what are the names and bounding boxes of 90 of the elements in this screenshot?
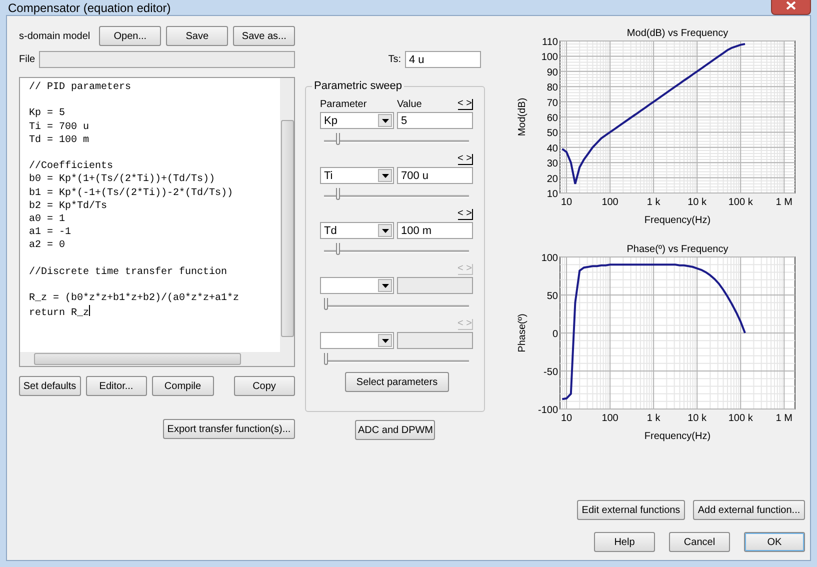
code-editor[interactable]	[19, 77, 295, 367]
tick-label: 100	[602, 413, 618, 424]
slider-thumb[interactable]	[336, 243, 340, 255]
tick-label: 1 M	[776, 197, 792, 208]
editor-button[interactable]: Editor...	[86, 376, 147, 396]
tick-label: 10	[560, 197, 572, 208]
horizontal-scrollbar[interactable]	[20, 352, 280, 366]
text-cursor	[89, 305, 90, 316]
dropdown-arrow-icon	[382, 118, 388, 122]
tick-label: 50	[546, 291, 558, 302]
vertical-scrollbar[interactable]	[280, 78, 294, 352]
tick-label: 1 k	[646, 197, 660, 208]
editor-button[interactable]: Set defaults	[19, 376, 80, 396]
tick-label: 100	[541, 52, 558, 64]
parameter-dropdown[interactable]: Td	[320, 222, 394, 239]
axis-label: Phase(º)	[517, 314, 528, 352]
slider-track[interactable]	[324, 243, 469, 256]
dropdown-arrow-icon	[382, 284, 388, 288]
tick-label: 10	[560, 413, 572, 424]
value-field[interactable]: 700 u	[397, 167, 473, 184]
tick-label: 1 M	[776, 413, 792, 424]
code-text: // PID parameters Kp = 5 Ti = 700 u Td = 100 m //Coefficients b0 = Kp*(1+(Ts/(2*Ti))+(Td/Ts)) b1 = Kp*(-1+(Ts/(2*Ti))-2*(Td/Ts)) b2 = Kp*Td/Ts a0 = 1 a1 = -1 a2 = 0 //Discrete time transfer function R_z = (b0*z*z+b1*z+b2)/(a0*z*z+a1*z return R_z	[28, 80, 240, 322]
column-header: Parameter	[320, 99, 368, 110]
model-button[interactable]: Open...	[99, 26, 162, 46]
step-button[interactable]: < >	[458, 99, 473, 110]
tick-label: 1 k	[646, 413, 660, 424]
editor-button[interactable]: Copy	[234, 376, 295, 396]
step-button[interactable]: < >	[458, 209, 473, 220]
tick-label: 10	[546, 189, 558, 200]
slider-track[interactable]	[324, 353, 469, 366]
tick-label: 100	[602, 197, 618, 208]
tick-label: 70	[546, 98, 558, 109]
window-title: Compensator (equation editor)	[7, 0, 171, 14]
model-label: s-domain model	[19, 30, 90, 42]
tick-label: 20	[546, 174, 558, 185]
slider-track[interactable]	[324, 188, 469, 201]
external-functions-button[interactable]: Add external function...	[693, 500, 805, 520]
chart-title: Phase(º) vs Frequency	[626, 244, 728, 255]
tick-label: 10 k	[688, 197, 707, 208]
dialog-button[interactable]: Cancel	[669, 532, 730, 552]
model-button[interactable]: Save	[166, 26, 228, 46]
tick-label: 60	[546, 113, 558, 124]
tick-label: 100	[541, 253, 558, 264]
tick-label: 0	[552, 329, 558, 340]
file-label: File	[19, 54, 36, 65]
column-header: Value	[397, 99, 423, 110]
tick-label: 110	[542, 37, 558, 48]
parameter-dropdown[interactable]: Ti	[320, 167, 394, 184]
tick-label: 90	[546, 67, 558, 78]
dropdown-arrow-icon	[382, 228, 388, 232]
ts-label: Ts:	[388, 54, 401, 65]
dropdown-arrow-icon	[382, 174, 388, 178]
axis-label: Frequency(Hz)	[644, 215, 711, 226]
select-parameters-button[interactable]: Select parameters	[345, 372, 449, 392]
tick-label: 80	[546, 82, 558, 94]
dialog-button[interactable]: Help	[594, 532, 655, 552]
close-button[interactable]	[771, 0, 811, 14]
tick-label: -100	[538, 405, 558, 416]
adc-button[interactable]: ADC and DPWM	[355, 420, 435, 440]
slider-thumb[interactable]	[336, 188, 340, 200]
editor-button[interactable]: Compile	[152, 376, 214, 396]
value-field[interactable]: 100 m	[397, 222, 473, 239]
value-field[interactable]: 5	[397, 112, 473, 129]
chart-title: Mod(dB) vs Frequency	[626, 28, 728, 39]
parameter-dropdown[interactable]	[320, 332, 394, 349]
scrollbar-thumb[interactable]	[34, 353, 241, 365]
ts-field[interactable]: 4 u	[405, 51, 481, 68]
slider-track[interactable]	[324, 298, 469, 311]
dropdown-arrow-icon	[382, 338, 388, 342]
slider-thumb[interactable]	[336, 133, 340, 145]
close-icon	[786, 1, 796, 10]
axis-label: Frequency(Hz)	[644, 431, 711, 442]
tick-label: -50	[544, 367, 558, 378]
axis-label: Mod(dB)	[517, 98, 528, 136]
slider-track[interactable]	[324, 133, 469, 146]
tick-label: 30	[546, 158, 558, 170]
external-functions-button[interactable]: Edit external functions	[577, 500, 685, 520]
tick-label: 40	[546, 143, 558, 154]
scrollbar-thumb[interactable]	[280, 120, 294, 337]
model-button[interactable]: Save as...	[233, 26, 296, 46]
export-button[interactable]: Export transfer function(s)...	[163, 419, 295, 439]
dialog-button[interactable]: OK	[744, 532, 805, 552]
tick-label: 10 k	[688, 413, 707, 424]
parameter-dropdown[interactable]: Kp	[320, 112, 394, 129]
tick-label: 50	[546, 128, 558, 140]
parameter-dropdown[interactable]	[320, 277, 394, 294]
step-button[interactable]: < >	[458, 154, 473, 165]
tick-label: 100 k	[728, 413, 753, 424]
tick-label: 100 k	[728, 197, 753, 208]
group-title: Parametric sweep	[313, 80, 404, 92]
